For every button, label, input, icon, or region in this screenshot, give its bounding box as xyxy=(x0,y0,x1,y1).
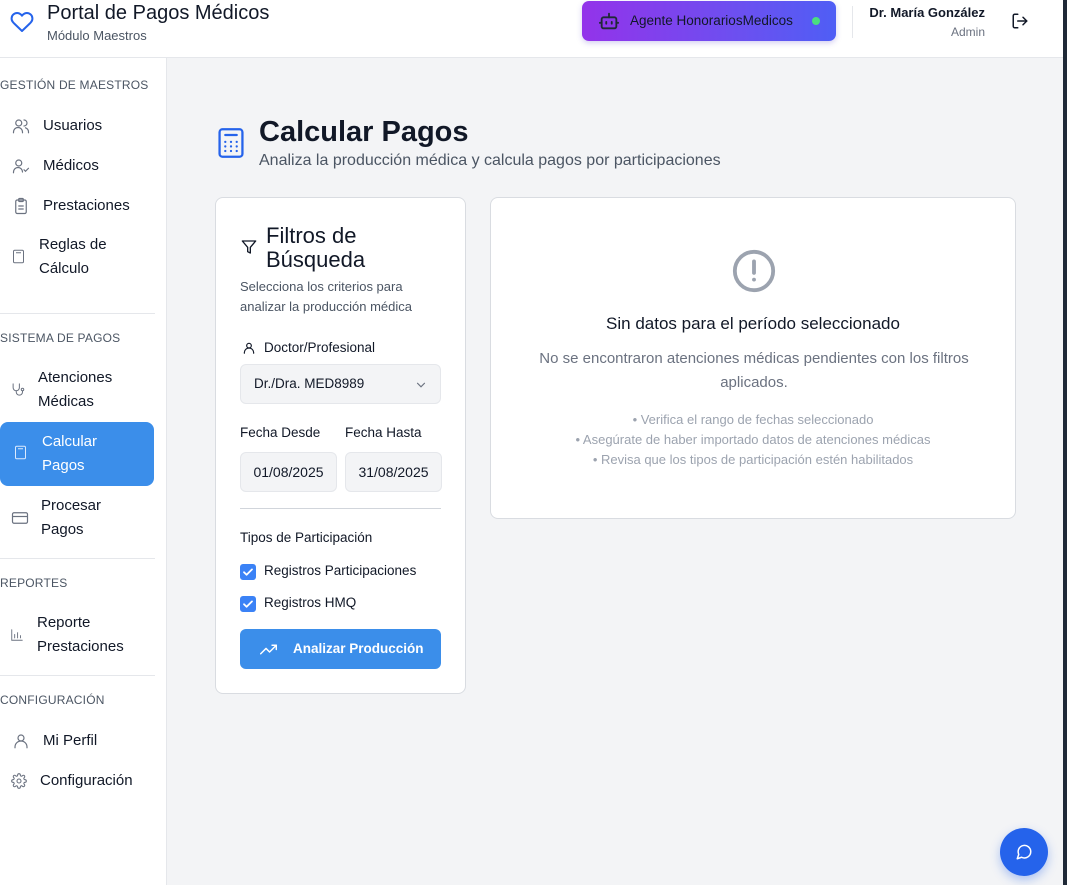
app-subtitle: Módulo Maestros xyxy=(47,28,147,43)
date-to-label: Fecha Hasta xyxy=(345,425,422,440)
empty-state-tip: • Verifica el rango de fechas selecciona… xyxy=(632,412,874,427)
filters-divider xyxy=(240,508,441,509)
section-title-pagos: SISTEMA DE PAGOS xyxy=(0,331,121,345)
sidebar-item-atenciones-medicas[interactable]: Atenciones Médicas xyxy=(0,363,154,419)
user-check-icon xyxy=(12,159,30,174)
sidebar-item-label: Prestaciones xyxy=(43,197,130,214)
calculator-icon xyxy=(13,249,24,264)
user-icon xyxy=(14,734,28,749)
analyze-button-label: Analizar Producción xyxy=(293,641,424,656)
sidebar-item-reporte-prestaciones[interactable]: Reporte Prestaciones xyxy=(0,608,154,664)
doctor-select[interactable]: Dr./Dra. MED8989 xyxy=(240,364,441,404)
logout-icon[interactable] xyxy=(1011,12,1029,30)
check-icon xyxy=(243,600,253,608)
sidebar: GESTIÓN DE MAESTROS Usuarios Médicos Pre… xyxy=(0,58,167,885)
empty-state-card: Sin datos para el período seleccionado N… xyxy=(490,197,1016,519)
date-from-label: Fecha Desde xyxy=(240,425,321,440)
calculator-icon xyxy=(218,128,244,158)
empty-state-title: Sin datos para el período seleccionado xyxy=(606,314,900,333)
check-icon xyxy=(243,568,253,576)
filter-icon xyxy=(241,240,257,254)
agent-button[interactable]: Agente HonorariosMedicos xyxy=(582,1,836,41)
sidebar-item-label: Reporte Prestaciones xyxy=(37,614,124,655)
bar-chart-icon xyxy=(11,629,23,641)
section-divider xyxy=(0,558,155,559)
sidebar-item-medicos[interactable]: Médicos xyxy=(0,150,154,182)
participaciones-checkbox[interactable] xyxy=(240,564,256,580)
sidebar-item-calcular-pagos[interactable]: Calcular Pagos xyxy=(0,422,154,486)
date-from-input[interactable]: 01/08/2025 xyxy=(240,452,337,492)
agent-button-label: Agente HonorariosMedicos xyxy=(630,13,793,28)
participaciones-checkbox-label[interactable]: Registros Participaciones xyxy=(264,563,416,578)
date-to-input[interactable]: 31/08/2025 xyxy=(345,452,442,492)
gear-icon xyxy=(11,773,27,789)
sidebar-item-label: Usuarios xyxy=(43,117,103,134)
filters-title: Filtros de Búsqueda xyxy=(266,223,366,272)
empty-state-tip: • Asegúrate de haber importado datos de … xyxy=(575,432,931,447)
header-divider xyxy=(852,6,853,38)
section-title-configuracion: CONFIGURACIÓN xyxy=(0,693,105,707)
participation-label: Tipos de Participación xyxy=(240,530,373,545)
sidebar-item-label: Atenciones Médicas xyxy=(38,369,113,410)
chat-icon xyxy=(1016,844,1032,860)
sidebar-item-label: Configuración xyxy=(40,772,133,789)
user-icon xyxy=(243,342,255,354)
filters-description: Selecciona los criterios para analizar l… xyxy=(240,279,412,314)
section-divider xyxy=(0,313,155,314)
sidebar-item-label: Procesar Pagos xyxy=(41,497,102,538)
sidebar-item-label: Mi Perfil xyxy=(43,732,98,749)
sidebar-item-label: Médicos xyxy=(43,157,99,174)
top-header: Portal de Pagos Médicos Módulo Maestros … xyxy=(0,0,1063,58)
sidebar-item-procesar-pagos[interactable]: Procesar Pagos xyxy=(0,491,154,547)
sidebar-item-label: Calcular Pagos xyxy=(42,433,98,474)
users-icon xyxy=(12,119,30,134)
empty-state-description: No se encontraron atenciones médicas pen… xyxy=(539,350,969,391)
window-edge xyxy=(1063,0,1067,885)
hmq-checkbox[interactable] xyxy=(240,596,256,612)
section-divider xyxy=(0,675,155,676)
doctor-label: Doctor/Profesional xyxy=(264,340,376,355)
chevron-down-icon xyxy=(416,382,426,388)
user-name: Dr. María González xyxy=(869,5,985,20)
trending-up-icon xyxy=(260,644,277,655)
stethoscope-icon xyxy=(12,383,25,396)
analyze-production-button[interactable]: Analizar Producción xyxy=(240,629,441,669)
calculator-icon xyxy=(15,445,26,460)
heart-icon xyxy=(10,12,34,32)
app-title: Portal de Pagos Médicos xyxy=(47,2,270,24)
doctor-select-value: Dr./Dra. MED8989 xyxy=(254,376,365,391)
credit-card-icon xyxy=(11,512,29,524)
sidebar-item-usuarios[interactable]: Usuarios xyxy=(0,110,154,142)
section-title-reportes: REPORTES xyxy=(0,576,68,590)
sidebar-item-label: Reglas de Cálculo xyxy=(39,236,107,277)
alert-circle-icon xyxy=(732,249,776,293)
sidebar-item-reglas-calculo[interactable]: Reglas de Cálculo xyxy=(0,230,154,286)
sidebar-item-configuracion[interactable]: Configuración xyxy=(0,765,154,797)
sidebar-item-prestaciones[interactable]: Prestaciones xyxy=(0,190,154,222)
hmq-checkbox-label[interactable]: Registros HMQ xyxy=(264,595,356,610)
chat-fab-button[interactable] xyxy=(1000,828,1048,876)
sidebar-item-mi-perfil[interactable]: Mi Perfil xyxy=(0,725,154,757)
section-title-gestion: GESTIÓN DE MAESTROS xyxy=(0,78,149,92)
robot-icon xyxy=(598,12,620,30)
online-status-dot xyxy=(812,17,820,25)
filters-card: Filtros de Búsqueda Selecciona los crite… xyxy=(215,197,466,694)
page-title: Calcular Pagos xyxy=(259,116,469,148)
page-subtitle: Analiza la producción médica y calcula p… xyxy=(259,152,721,169)
empty-state-tip: • Revisa que los tipos de participación … xyxy=(592,452,914,467)
clipboard-icon xyxy=(15,197,27,215)
user-role: Admin xyxy=(950,25,985,39)
